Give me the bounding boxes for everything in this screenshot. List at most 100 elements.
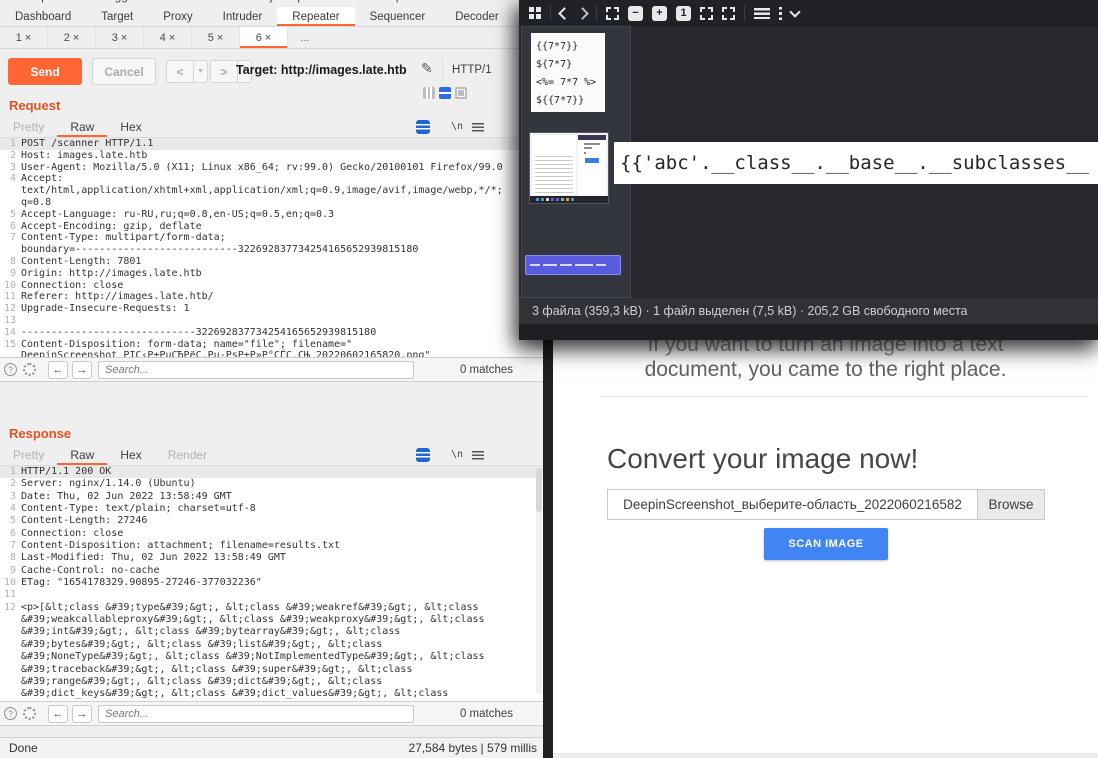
code-line: 15Content-Disposition: form-data; name="… [0,339,543,351]
code-line: &#39;NoneType&#39;&gt;, &lt;class &#39;N… [0,651,543,663]
code-line: 10Connection: close [0,280,543,292]
request-search-bar: ? ← → 0 matches [0,357,543,382]
tab-extender[interactable]: Extender [155,0,235,3]
repeater-tab-more[interactable]: ... [288,27,322,48]
viewer-toolbar: − + 1 [519,0,1098,26]
layout-rows-button[interactable] [439,87,451,99]
response-tab-hex[interactable]: Hex [107,445,154,465]
repeater-tab-2[interactable]: 2 × [48,27,96,48]
thumbnail-grid-icon[interactable] [529,7,541,19]
tagline-line2: document, you came to the right place. [553,357,1098,382]
code-line: 7Content-Disposition: attachment; filena… [0,540,543,552]
repeater-tab-1[interactable]: 1 × [0,27,48,48]
tab-user-options[interactable]: User options [345,0,444,3]
burp-status-bar: Done 27,584 bytes | 579 millis [0,737,543,758]
repeater-tab-6[interactable]: 6 × [240,27,288,48]
search-settings-gear-icon[interactable] [23,363,36,376]
editor-menu-icon[interactable] [472,451,484,460]
inspector-toggle-icon[interactable] [416,120,430,134]
history-back-dropdown-icon[interactable]: ▼ [194,60,208,83]
zoom-out-icon[interactable]: − [628,6,643,21]
code-line: 8Content-Length: 7801 [0,256,543,268]
code-line: boundary=---------------------------3226… [0,244,543,256]
response-tab-pretty[interactable]: Pretty [0,445,57,465]
tab-decoder[interactable]: Decoder [440,7,513,26]
browse-button[interactable]: Browse [977,490,1044,519]
fullscreen-icon[interactable] [722,7,735,20]
inspector-toggle-icon[interactable] [416,448,430,462]
previous-image-icon[interactable] [558,7,571,20]
http-version-selector[interactable]: HTTP/1 [452,64,492,76]
request-tab-raw[interactable]: Raw [57,117,107,137]
history-back-button[interactable]: < [166,60,194,83]
repeater-tab-4[interactable]: 4 × [144,27,192,48]
response-search-input[interactable] [98,705,414,723]
scan-image-button[interactable]: SCAN IMAGE [764,528,888,560]
send-button[interactable]: Send [8,58,82,85]
zoom-in-icon[interactable]: + [652,6,667,21]
folder-view-icon[interactable] [754,8,770,19]
code-line: 6Connection: close [0,528,543,540]
search-next-button[interactable]: → [72,705,92,723]
tab-proxy[interactable]: Proxy [148,7,207,26]
chevron-down-icon[interactable] [789,6,800,17]
tab-intruder[interactable]: Intruder [208,7,278,26]
large-text-preview[interactable]: {{'abc'.__class__.__base__.__subclasses_… [614,142,1098,184]
tab-logger[interactable]: Logger [85,0,155,3]
tab-comparer[interactable]: Comparer [0,0,85,3]
code-line: &#39;weakcallableproxy&#39;&gt;, &lt;cla… [0,614,543,626]
tab-learn[interactable]: Learn [444,0,507,3]
code-line: 5Content-Length: 27246 [0,515,543,527]
tab-target[interactable]: Target [86,7,148,26]
thumbnail-ssti-payloads-file[interactable]: {{7*7}} ${7*7} <%= 7*7 %> ${{7*7}} [531,33,605,112]
tab-sequencer[interactable]: Sequencer [355,7,441,26]
tab-project-options[interactable]: Project options [235,0,345,3]
layout-columns-button[interactable] [423,87,435,99]
fit-width-icon[interactable] [700,7,713,20]
burp-window: Comparer Logger Extender Project options… [0,0,543,758]
status-done-label: Done [9,741,38,755]
layout-tabs-button[interactable] [455,87,467,99]
edit-target-pencil-icon[interactable]: ✎ [421,60,433,77]
next-image-icon[interactable] [576,7,589,20]
search-help-icon[interactable]: ? [4,363,17,376]
code-line: 9Cache-Control: no-cache [0,565,543,577]
code-line: q=0.8 [0,197,543,209]
search-help-icon[interactable]: ? [4,707,17,720]
response-tab-raw[interactable]: Raw [57,445,107,465]
show-newlines-icon[interactable]: \n [451,121,463,132]
thumbnail-screenshot-image[interactable] [529,132,609,204]
request-tab-pretty[interactable]: Pretty [0,117,57,137]
request-title: Request [9,98,60,113]
response-editor[interactable]: 1HTTP/1.1 200 OK 2Server: nginx/1.14.0 (… [0,466,543,701]
request-tab-hex[interactable]: Hex [107,117,154,137]
request-editor-tabs: Pretty Raw Hex \n [0,117,543,138]
repeater-tab-3[interactable]: 3 × [96,27,144,48]
fit-window-icon[interactable] [606,7,619,20]
zoom-original-icon[interactable]: 1 [676,6,691,21]
code-line: 10ETag: "1654178329.90895-27246-37703223… [0,577,543,589]
search-prev-button[interactable]: ← [48,361,68,379]
response-scrollbar[interactable] [536,468,542,694]
preview-payload-text: {{'abc'.__class__.__base__.__subclasses_… [614,152,1089,174]
toolbar-separator [596,5,597,21]
file-upload-field[interactable]: DeepinScreenshot_выберите-область_202206… [607,489,1045,520]
request-editor[interactable]: 1POST /scanner HTTP/1.1 2Host: images.la… [0,138,543,357]
thumbnail-selected-text-file[interactable] [525,255,621,275]
repeater-tab-5[interactable]: 5 × [192,27,240,48]
response-tab-render[interactable]: Render [155,445,220,465]
search-settings-gear-icon[interactable] [23,707,36,720]
code-line: 4Accept: [0,173,543,185]
more-options-kebab-icon[interactable] [779,7,782,20]
code-line: 7Content-Type: multipart/form-data; [0,232,543,244]
search-prev-button[interactable]: ← [48,705,68,723]
cancel-button[interactable]: Cancel [92,58,156,85]
request-search-input[interactable] [98,361,414,379]
tab-dashboard[interactable]: Dashboard [0,7,86,26]
search-next-button[interactable]: → [72,361,92,379]
editor-menu-icon[interactable] [472,123,484,132]
tab-repeater[interactable]: Repeater [277,7,354,26]
show-newlines-icon[interactable]: \n [451,449,463,460]
history-forward-button[interactable]: > [210,60,238,83]
code-line: 2Host: images.late.htb [0,150,543,162]
